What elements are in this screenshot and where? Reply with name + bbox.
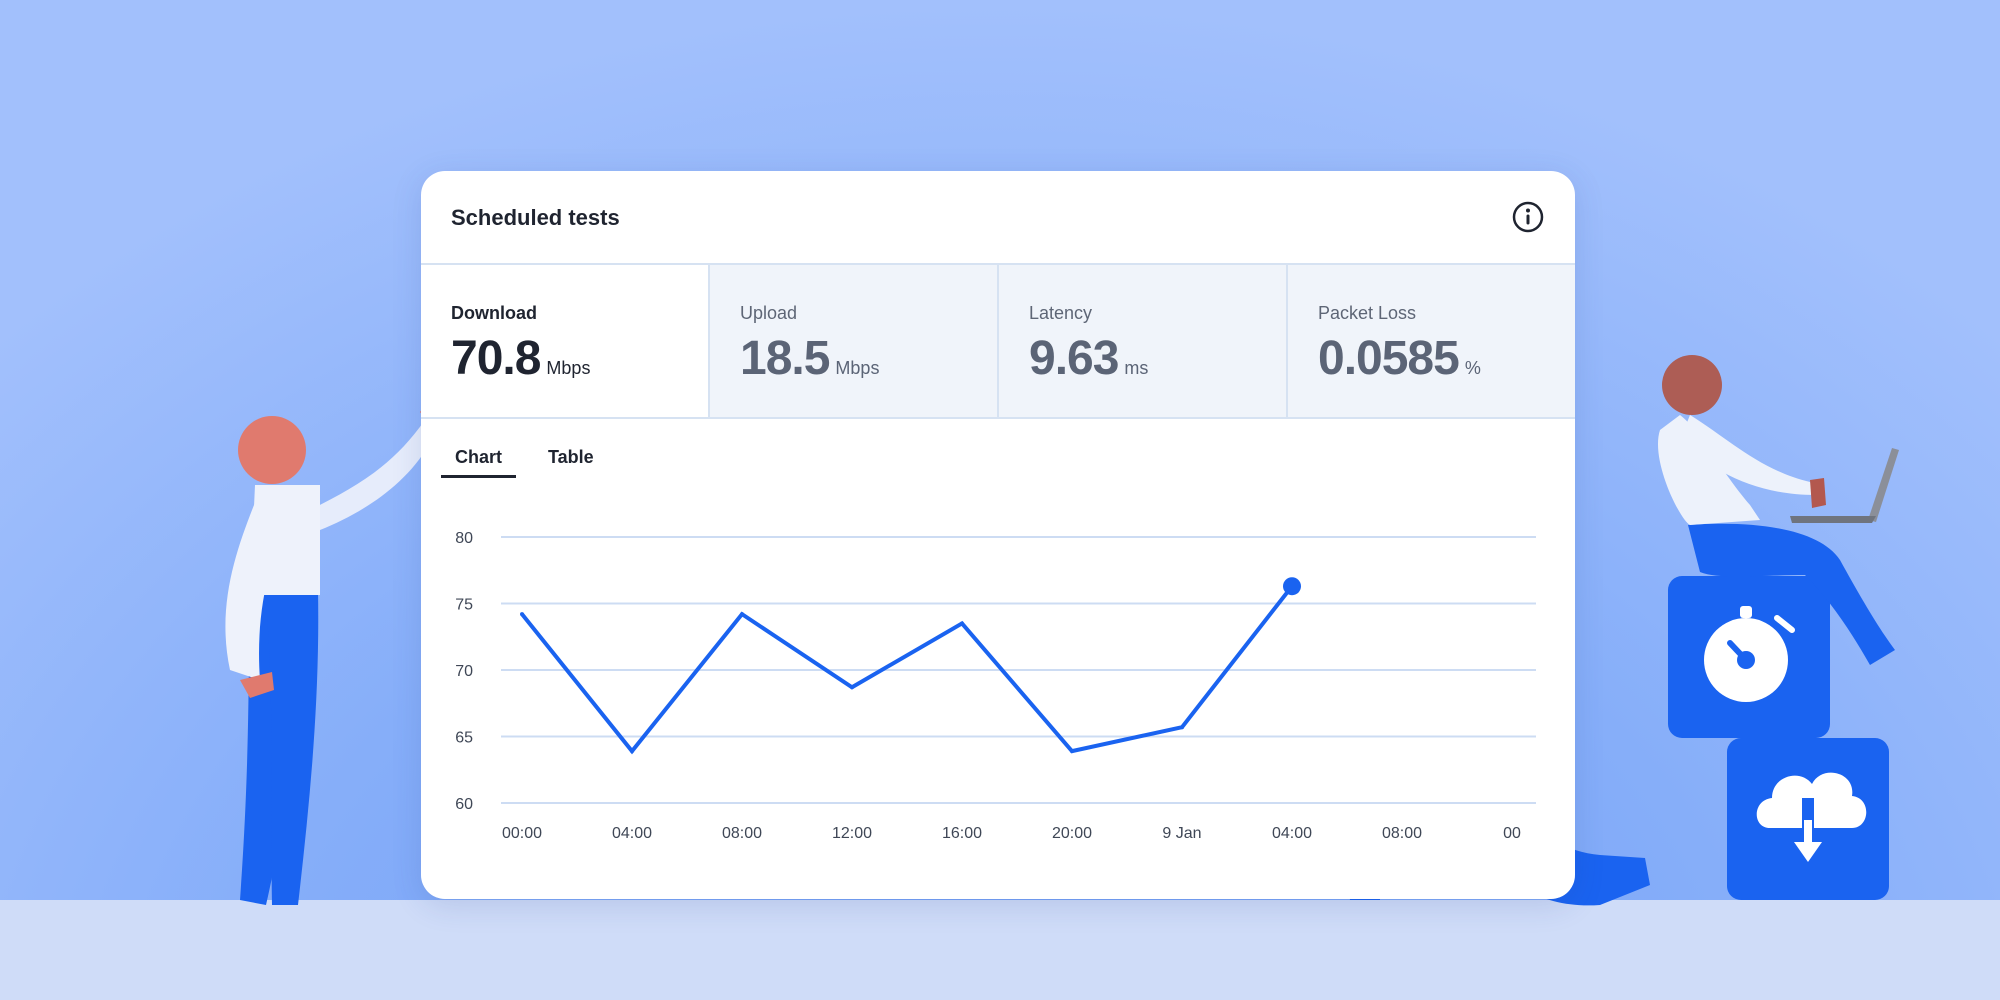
metric-label: Latency bbox=[1029, 303, 1093, 323]
metric-value-row: 18.5 Mbps bbox=[740, 331, 879, 386]
metric-value-row: 0.0585% bbox=[1318, 331, 1481, 386]
data-point bbox=[1070, 749, 1074, 754]
metric-unit: Mbps bbox=[546, 358, 591, 378]
card-title: Scheduled tests bbox=[451, 205, 620, 230]
x-tick-label: 9 Jan bbox=[1162, 825, 1201, 842]
y-tick-label: 80 bbox=[455, 530, 473, 547]
scheduled-tests-card: Scheduled tests Download 70.8 Mbps Upload… bbox=[421, 171, 1575, 899]
metric-value-row: 9.63 ms bbox=[1029, 331, 1148, 386]
metric-value: 9.63 bbox=[1029, 332, 1119, 385]
x-tick-label: 00 bbox=[1503, 825, 1521, 842]
download-line-chart: 60 65 70 75 80 00:00 04:00 08:00 12:00 16:00 20:00… bbox=[455, 530, 1536, 842]
data-point bbox=[1180, 725, 1184, 730]
metric-unit: % bbox=[1464, 358, 1481, 378]
metric-unit: Mbps bbox=[835, 358, 880, 378]
view-tabs: Chart Table bbox=[441, 436, 626, 478]
data-point bbox=[520, 612, 524, 617]
x-tick-label: 20:00 bbox=[1052, 825, 1092, 842]
last-point-marker bbox=[1283, 577, 1301, 596]
x-tick-label: 04:00 bbox=[1272, 825, 1312, 842]
info-icon[interactable] bbox=[1511, 200, 1545, 234]
metric-upload[interactable]: Upload 18.5 Mbps bbox=[708, 265, 997, 417]
data-point bbox=[740, 612, 744, 617]
data-point bbox=[850, 685, 854, 690]
stopwatch-block bbox=[1668, 576, 1830, 738]
y-tick-label: 60 bbox=[455, 796, 473, 813]
person-pointing-illustration bbox=[225, 385, 448, 905]
y-tick-label: 65 bbox=[455, 730, 473, 747]
y-tick-label: 75 bbox=[455, 597, 473, 614]
metric-download[interactable]: Download 70.8 Mbps bbox=[421, 265, 708, 417]
metric-latency[interactable]: Latency 9.63 ms bbox=[997, 265, 1286, 417]
metric-value-row: 70.8 Mbps bbox=[451, 331, 590, 386]
card-header: Scheduled tests bbox=[421, 171, 1575, 265]
series-line-download bbox=[520, 584, 1294, 755]
cloud-download-block bbox=[1727, 738, 1889, 900]
x-tick-label: 08:00 bbox=[722, 825, 762, 842]
metric-value: 70.8 bbox=[451, 332, 541, 385]
x-tick-label: 04:00 bbox=[612, 825, 652, 842]
metric-label: Upload bbox=[740, 303, 798, 323]
x-tick-label: 12:00 bbox=[832, 825, 872, 842]
metric-unit: ms bbox=[1124, 358, 1149, 378]
metric-value: 0.0585 bbox=[1318, 332, 1460, 385]
metric-label: Packet Loss bbox=[1318, 303, 1417, 323]
metrics-row: Download 70.8 Mbps Upload 18.5 Mbps Latenc… bbox=[421, 265, 1575, 419]
x-tick-label: 16:00 bbox=[942, 825, 982, 842]
x-tick-label: 00:00 bbox=[502, 825, 542, 842]
metric-label: Download bbox=[451, 303, 537, 323]
data-point bbox=[960, 621, 964, 626]
metric-value: 18.5 bbox=[740, 332, 830, 385]
tab-chart[interactable]: Chart bbox=[441, 436, 517, 478]
x-tick-label: 08:00 bbox=[1382, 825, 1422, 842]
metric-packet-loss[interactable]: Packet Loss 0.0585% bbox=[1286, 265, 1575, 417]
y-tick-label: 70 bbox=[455, 663, 473, 680]
tab-table[interactable]: Table bbox=[534, 436, 608, 478]
data-point bbox=[630, 749, 634, 754]
